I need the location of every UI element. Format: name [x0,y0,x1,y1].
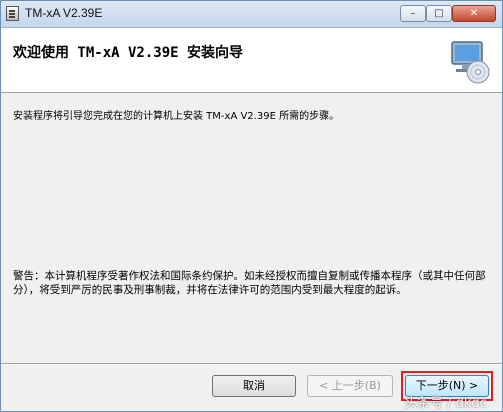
watermark: 头条号 / dkdc [404,396,487,411]
wizard-heading: 欢迎使用 TM-xA V2.39E 安装向导 [13,45,244,61]
app-icon [6,6,19,21]
close-button[interactable]: ✕ [452,5,496,22]
installer-window: TM-xA V2.39E – □ ✕ 欢迎使用 TM-xA V2.39E 安装向… [0,0,503,412]
title-bar[interactable]: TM-xA V2.39E – □ ✕ [1,1,502,28]
wizard-description: 安装程序将引导您完成在您的计算机上安装 TM-xA V2.39E 所需的步骤。 [13,111,340,122]
back-button[interactable]: < 上一步(B) [307,375,393,397]
computer-cd-icon [451,41,490,84]
minimize-button[interactable]: – [400,5,426,22]
window-title: TM-xA V2.39E [25,6,103,20]
cancel-button[interactable]: 取消 [212,375,296,397]
wizard-header: 欢迎使用 TM-xA V2.39E 安装向导 [1,28,502,93]
copyright-warning: 警告：本计算机程序受著作权法和国际条约保护。如未经授权而擅自复制或传播本程序（或… [13,270,486,296]
button-separator [1,363,502,365]
maximize-button[interactable]: □ [426,5,452,22]
